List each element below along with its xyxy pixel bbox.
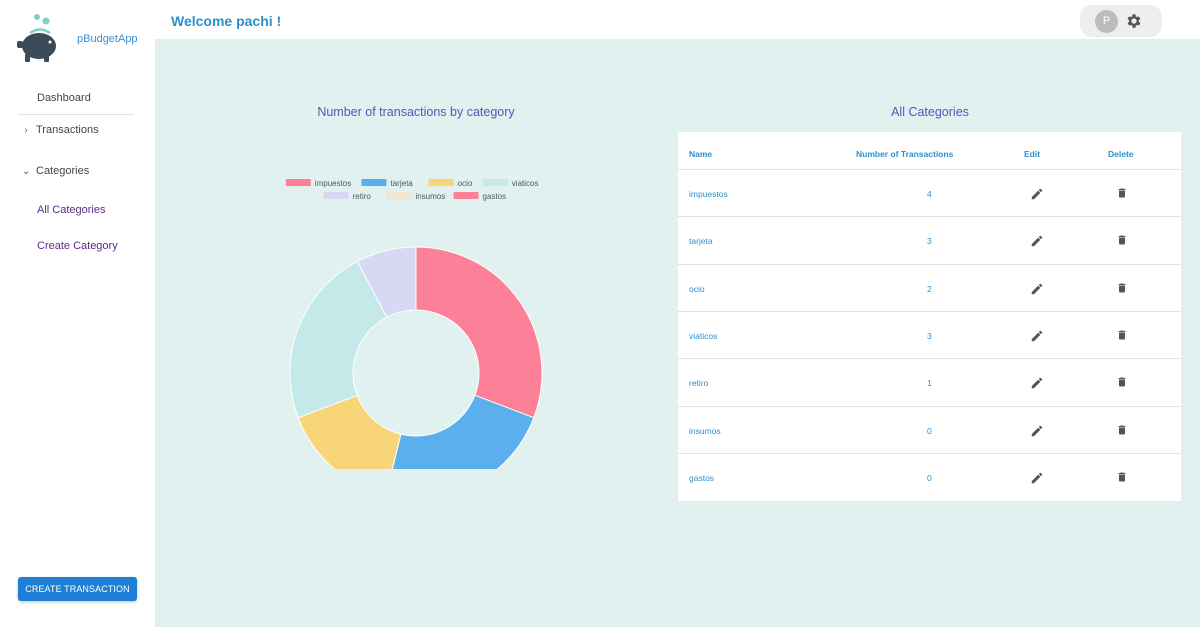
legend-swatch-tarjeta[interactable]: [361, 179, 387, 186]
sidebar-divider: [18, 114, 134, 115]
trash-icon[interactable]: [1116, 186, 1128, 200]
trash-icon[interactable]: [1116, 375, 1128, 389]
pencil-icon[interactable]: [1030, 187, 1044, 201]
trash-icon[interactable]: [1116, 281, 1128, 295]
table-row: tarjeta 3: [678, 216, 1181, 263]
column-header-delete: Delete: [1108, 149, 1134, 159]
legend-label-insumos[interactable]: insumos: [415, 192, 445, 201]
column-header-edit: Edit: [1024, 149, 1041, 159]
main-panel: Number of transactions by category All C…: [155, 39, 1200, 627]
legend-label-ocio[interactable]: ocio: [458, 179, 473, 188]
trash-icon[interactable]: [1116, 470, 1128, 484]
chevron-right-icon: ›: [24, 124, 28, 136]
sidebar: pBudgetApp Dashboard › Transactions ⌄ Ca…: [0, 0, 155, 627]
trash-icon[interactable]: [1116, 423, 1128, 437]
piggy-bank-logo-icon: [17, 14, 56, 62]
pencil-icon[interactable]: [1030, 282, 1044, 296]
sidebar-item-transactions[interactable]: › Transactions: [22, 124, 99, 136]
legend-label-impuestos[interactable]: impuestos: [315, 179, 351, 188]
trash-icon[interactable]: [1116, 233, 1128, 247]
legend-swatch-gastos[interactable]: [453, 192, 479, 199]
table-row: retiro 1: [678, 358, 1181, 405]
sidebar-subitem-create-category[interactable]: Create Category: [37, 240, 118, 252]
chart-title: Number of transactions by category: [317, 105, 515, 119]
column-header-name: Name: [689, 149, 713, 159]
legend-label-viaticos[interactable]: viaticos: [512, 179, 539, 188]
sidebar-item-label: Transactions: [36, 124, 99, 136]
gear-icon[interactable]: [1125, 12, 1143, 30]
table-row: insumos 0: [678, 405, 1181, 453]
pencil-icon[interactable]: [1030, 471, 1044, 485]
pencil-icon[interactable]: [1030, 424, 1044, 438]
categories-title: All Categories: [891, 105, 969, 119]
brand-name: pBudgetApp: [77, 33, 138, 45]
category-name[interactable]: tarjeta: [689, 236, 713, 246]
legend-swatch-impuestos[interactable]: [285, 179, 311, 186]
legend-label-gastos[interactable]: gastos: [483, 192, 507, 201]
app-root: pBudgetApp Dashboard › Transactions ⌄ Ca…: [0, 0, 1200, 627]
table-row: viaticos 3: [678, 310, 1181, 358]
transaction-count: 3: [927, 330, 932, 341]
trash-icon[interactable]: [1116, 328, 1128, 342]
transaction-count: 0: [927, 425, 932, 436]
pencil-icon[interactable]: [1030, 376, 1044, 390]
transaction-count: 4: [927, 189, 932, 199]
category-name[interactable]: viaticos: [689, 331, 717, 341]
avatar[interactable]: P: [1095, 10, 1118, 33]
transaction-count: 3: [927, 236, 932, 247]
transaction-count: 2: [927, 283, 932, 294]
legend-swatch-ocio[interactable]: [428, 179, 454, 186]
chevron-down-icon: ⌄: [22, 165, 31, 177]
create-transaction-button[interactable]: CREATE TRANSACTION: [18, 577, 137, 601]
pencil-icon[interactable]: [1030, 234, 1044, 248]
welcome-message: Welcome pachi !: [171, 13, 282, 29]
legend-label-tarjeta[interactable]: tarjeta: [391, 179, 414, 188]
legend-swatch-retiro[interactable]: [323, 192, 349, 199]
sidebar-item-dashboard[interactable]: Dashboard: [37, 92, 91, 104]
pie-slice-impuestos[interactable]: [415, 246, 543, 419]
legend-swatch-insumos[interactable]: [386, 192, 412, 199]
category-name[interactable]: impuestos: [689, 189, 728, 199]
sidebar-item-categories[interactable]: ⌄ Categories: [22, 165, 89, 177]
category-name[interactable]: gastos: [689, 473, 714, 483]
sidebar-subitem-all-categories[interactable]: All Categories: [37, 204, 105, 216]
sidebar-item-label: Categories: [36, 165, 90, 177]
categories-table: Name Number of Transactions Edit Delete …: [678, 132, 1181, 501]
table-row: gastos 0: [678, 452, 1181, 500]
donut-chart: impuestos tarjeta ocio viaticos retiro insumo…: [285, 179, 543, 469]
legend-label-retiro[interactable]: retiro: [353, 192, 372, 201]
category-name[interactable]: insumos: [689, 426, 721, 436]
legend-swatch-viaticos[interactable]: [482, 179, 508, 186]
transaction-count: 1: [927, 378, 932, 389]
category-name[interactable]: retiro: [689, 378, 708, 388]
table-row: impuestos 4: [678, 169, 1181, 216]
pencil-icon[interactable]: [1030, 329, 1044, 343]
user-menu[interactable]: P: [1080, 5, 1162, 37]
table-row: ocio 2: [678, 263, 1181, 311]
column-header-count: Number of Transactions: [856, 149, 954, 159]
transaction-count: 0: [927, 472, 932, 483]
category-name[interactable]: ocio: [689, 284, 705, 294]
